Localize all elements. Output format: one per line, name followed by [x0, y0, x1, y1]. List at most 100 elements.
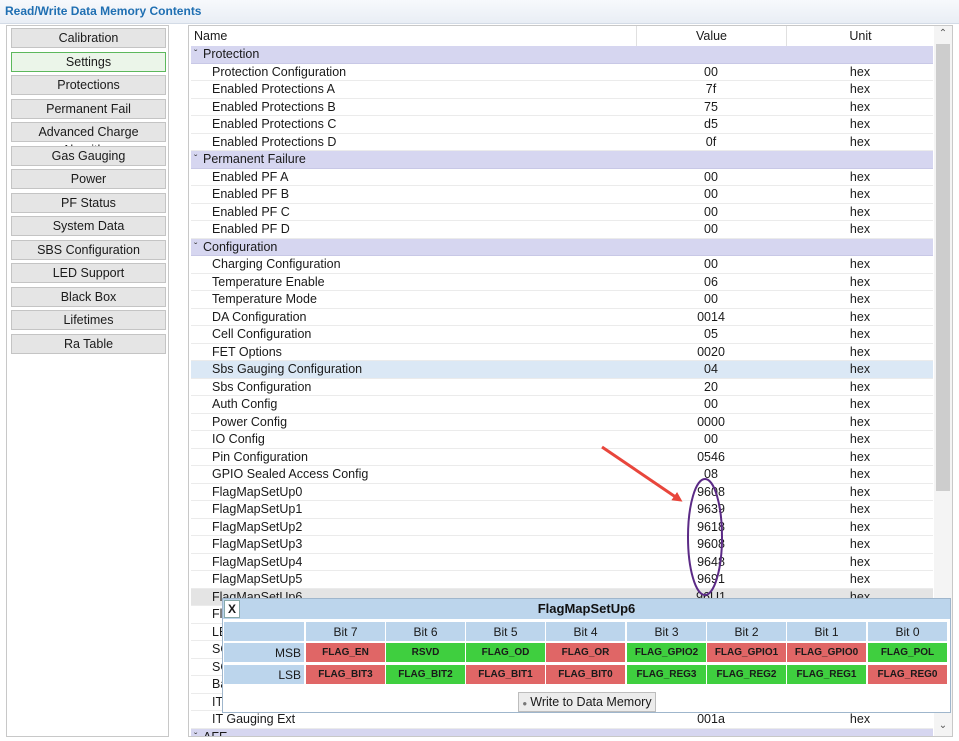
- table-row[interactable]: DA Configuration 0014 hex: [191, 309, 933, 326]
- cell-value[interactable]: 0f: [636, 134, 786, 151]
- cell-value[interactable]: 00: [636, 169, 786, 186]
- msb-flag-cell[interactable]: RSVD: [385, 642, 466, 663]
- nav-item-black-box[interactable]: Black Box: [11, 286, 166, 307]
- table-row[interactable]: IT Gauging Ext 001a hex: [191, 711, 933, 729]
- cell-value[interactable]: 00: [636, 256, 786, 273]
- table-row[interactable]: Enabled Protections D 0f hex: [191, 134, 933, 151]
- close-button[interactable]: X: [224, 600, 240, 618]
- table-row[interactable]: Enabled PF B 00 hex: [191, 186, 933, 204]
- table-row[interactable]: FlagMapSetUp0 9608 hex: [191, 484, 933, 501]
- cell-value[interactable]: 06: [636, 274, 786, 291]
- group-row[interactable]: ˇ Permanent Failure: [191, 151, 933, 169]
- column-header-unit[interactable]: Unit: [786, 26, 934, 46]
- lsb-flag-cell[interactable]: FLAG_REG0: [867, 664, 948, 685]
- lsb-flag-cell[interactable]: FLAG_REG1: [786, 664, 867, 685]
- table-row[interactable]: Protection Configuration 00 hex: [191, 64, 933, 81]
- nav-item-ra-table[interactable]: Ra Table: [11, 333, 166, 354]
- table-row[interactable]: Enabled PF A 00 hex: [191, 169, 933, 186]
- scroll-down-icon[interactable]: ⌄: [934, 720, 952, 734]
- lsb-flag-cell[interactable]: FLAG_BIT1: [465, 664, 546, 685]
- cell-value[interactable]: 9639: [636, 501, 786, 518]
- table-row[interactable]: FET Options 0020 hex: [191, 344, 933, 361]
- cell-value[interactable]: 00: [636, 186, 786, 203]
- table-row[interactable]: FlagMapSetUp2 9618 hex: [191, 519, 933, 536]
- cell-value[interactable]: 04: [636, 361, 786, 378]
- cell-value[interactable]: 9648: [636, 554, 786, 571]
- nav-item-sbs-configuration[interactable]: SBS Configuration: [11, 239, 166, 260]
- table-row[interactable]: Power Config 0000 hex: [191, 414, 933, 431]
- table-row[interactable]: FlagMapSetUp3 9608 hex: [191, 536, 933, 554]
- table-row[interactable]: Pin Configuration 0546 hex: [191, 449, 933, 466]
- chevron-down-icon[interactable]: ˇ: [194, 151, 197, 168]
- scroll-up-icon[interactable]: ⌃: [934, 28, 952, 42]
- msb-flag-cell[interactable]: FLAG_GPIO2: [626, 642, 707, 663]
- msb-flag-cell[interactable]: FLAG_GPIO1: [706, 642, 787, 663]
- nav-item-power[interactable]: Power: [11, 169, 166, 189]
- cell-value[interactable]: 75: [636, 99, 786, 116]
- nav-item-advanced-charge-algorithm[interactable]: Advanced Charge Algorithm: [11, 122, 166, 157]
- table-row[interactable]: FlagMapSetUp1 9639 hex: [191, 501, 933, 519]
- group-row[interactable]: ˇ Protection: [191, 46, 933, 64]
- table-row[interactable]: Auth Config 00 hex: [191, 396, 933, 414]
- table-row[interactable]: Enabled Protections C d5 hex: [191, 116, 933, 134]
- cell-value[interactable]: 05: [636, 326, 786, 343]
- group-row[interactable]: ˇ AFE: [191, 728, 933, 737]
- nav-item-calibration[interactable]: Calibration: [11, 28, 166, 48]
- table-row[interactable]: GPIO Sealed Access Config 08 hex: [191, 466, 933, 484]
- table-row[interactable]: Cell Configuration 05 hex: [191, 326, 933, 344]
- cell-value[interactable]: 00: [636, 431, 786, 448]
- table-row[interactable]: Temperature Enable 06 hex: [191, 274, 933, 291]
- cell-value[interactable]: d5: [636, 116, 786, 133]
- cell-value[interactable]: 9618: [636, 519, 786, 536]
- table-row[interactable]: FlagMapSetUp4 9648 hex: [191, 554, 933, 571]
- lsb-flag-cell[interactable]: FLAG_BIT3: [305, 664, 386, 685]
- cell-value[interactable]: 00: [636, 204, 786, 221]
- msb-flag-cell[interactable]: FLAG_EN: [305, 642, 386, 663]
- cell-value[interactable]: 0020: [636, 344, 786, 361]
- cell-value[interactable]: 9608: [636, 484, 786, 501]
- cell-value[interactable]: 08: [636, 466, 786, 483]
- nav-item-permanent-fail[interactable]: Permanent Fail: [11, 98, 166, 119]
- cell-value[interactable]: 00: [636, 64, 786, 81]
- nav-item-pf-status[interactable]: PF Status: [11, 192, 166, 213]
- cell-value[interactable]: 9608: [636, 536, 786, 553]
- table-row[interactable]: Enabled Protections B 75 hex: [191, 99, 933, 116]
- lsb-flag-cell[interactable]: FLAG_REG3: [626, 664, 707, 685]
- column-header-name[interactable]: Name: [194, 26, 227, 46]
- lsb-flag-cell[interactable]: FLAG_BIT2: [385, 664, 466, 685]
- chevron-down-icon[interactable]: ˇ: [194, 729, 197, 737]
- cell-value[interactable]: 001a: [636, 711, 786, 728]
- table-row[interactable]: Charging Configuration 00 hex: [191, 256, 933, 274]
- msb-flag-cell[interactable]: FLAG_OD: [465, 642, 546, 663]
- cell-value[interactable]: 0014: [636, 309, 786, 326]
- msb-flag-cell[interactable]: FLAG_OR: [545, 642, 626, 663]
- column-header-value[interactable]: Value: [636, 26, 786, 46]
- table-row[interactable]: Enabled PF C 00 hex: [191, 204, 933, 221]
- scrollbar-thumb[interactable]: [936, 44, 950, 491]
- cell-value[interactable]: 0546: [636, 449, 786, 466]
- table-row[interactable]: Sbs Configuration 20 hex: [191, 379, 933, 396]
- chevron-down-icon[interactable]: ˇ: [194, 239, 197, 256]
- cell-value[interactable]: 0000: [636, 414, 786, 431]
- nav-item-led-support[interactable]: LED Support: [11, 263, 166, 283]
- table-row[interactable]: Enabled Protections A 7f hex: [191, 81, 933, 99]
- group-row[interactable]: ˇ Configuration: [191, 238, 933, 256]
- nav-item-settings[interactable]: Settings: [11, 51, 166, 72]
- write-to-data-memory-button[interactable]: ● Write to Data Memory: [518, 692, 656, 712]
- cell-value[interactable]: 7f: [636, 81, 786, 98]
- nav-item-protections[interactable]: Protections: [11, 75, 166, 95]
- table-row[interactable]: IO Config 00 hex: [191, 431, 933, 449]
- table-row[interactable]: Temperature Mode 00 hex: [191, 291, 933, 309]
- nav-item-system-data[interactable]: System Data: [11, 216, 166, 236]
- cell-value[interactable]: 00: [636, 291, 786, 308]
- msb-flag-cell[interactable]: FLAG_POL: [867, 642, 948, 663]
- table-row[interactable]: FlagMapSetUp5 9691 hex: [191, 571, 933, 589]
- lsb-flag-cell[interactable]: FLAG_REG2: [706, 664, 787, 685]
- chevron-down-icon[interactable]: ˇ: [194, 46, 197, 63]
- msb-flag-cell[interactable]: FLAG_GPIO0: [786, 642, 867, 663]
- cell-value[interactable]: 00: [636, 221, 786, 238]
- table-row[interactable]: Sbs Gauging Configuration 04 hex: [191, 361, 933, 379]
- cell-value[interactable]: 9691: [636, 571, 786, 588]
- nav-item-gas-gauging[interactable]: Gas Gauging: [11, 145, 166, 166]
- cell-value[interactable]: 00: [636, 396, 786, 413]
